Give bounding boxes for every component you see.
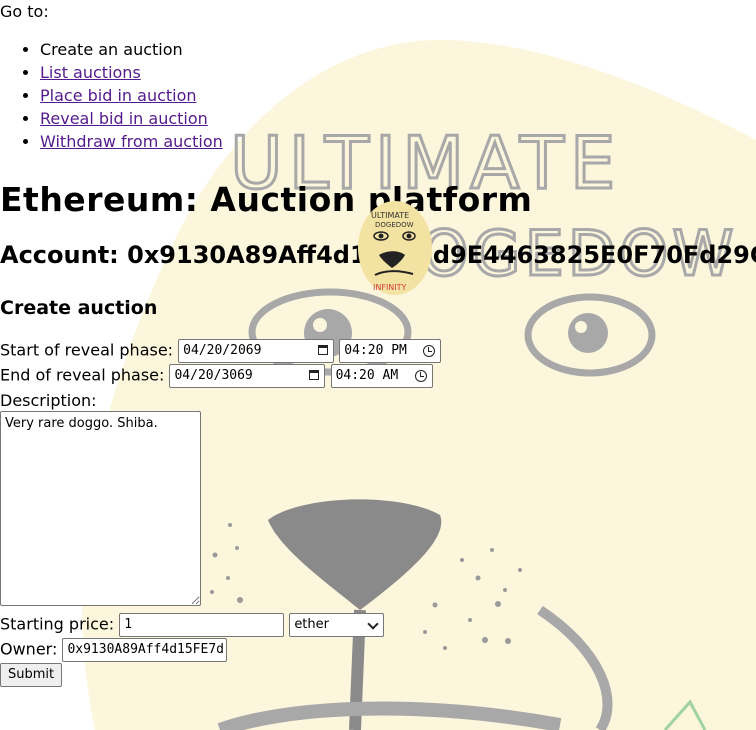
- page-title: Ethereum: Auction platform: [0, 180, 533, 219]
- description-label: Description:: [0, 391, 97, 410]
- nav-link-reveal-bid[interactable]: Reveal bid in auction: [40, 109, 208, 128]
- doge-right-pupil: [568, 313, 608, 353]
- nav-list: Create an auction List auctions Place bi…: [0, 38, 223, 153]
- start-time-input[interactable]: 04:20 PM: [339, 339, 442, 363]
- start-date-input[interactable]: 04/20/2069: [178, 339, 335, 363]
- end-date-value: 04/20/3069: [174, 368, 253, 383]
- calendar-icon[interactable]: [309, 370, 320, 380]
- nav-link-list-auctions[interactable]: List auctions: [40, 63, 141, 82]
- starting-price-input[interactable]: 1: [119, 613, 285, 637]
- account-address: 0x9130A89Aff4d15FE7d9E4463825E0F70Fd29C: [127, 241, 756, 269]
- submit-button[interactable]: Submit: [0, 663, 63, 687]
- sticker-word-infinity: INFINITY: [373, 283, 407, 292]
- start-reveal-label: Start of reveal phase:: [0, 340, 174, 360]
- end-time-input[interactable]: 04:20 AM: [330, 364, 433, 388]
- chevron-down-icon: [367, 618, 379, 630]
- starting-price-label: Starting price:: [0, 614, 115, 634]
- nav-link-withdraw[interactable]: Withdraw from auction: [40, 132, 223, 151]
- owner-value: 0x9130A89Aff4d15FE7d: [67, 642, 224, 657]
- nav-item-withdraw: Withdraw from auction: [40, 130, 223, 153]
- owner-label: Owner:: [0, 639, 58, 659]
- description-textarea[interactable]: Very rare doggo. Shiba.: [0, 411, 201, 606]
- price-row: Starting price: 1 ether: [0, 613, 385, 637]
- nav-item-list: List auctions: [40, 61, 223, 84]
- start-date-value: 04/20/2069: [183, 343, 262, 358]
- create-auction-heading: Create auction: [0, 297, 158, 319]
- ultimate-dogedow-sticker: ULTIMATE DOGEDOW INFINITY: [358, 201, 432, 295]
- starting-price-value: 1: [124, 617, 133, 632]
- owner-row: Owner: 0x9130A89Aff4d15FE7d: [0, 638, 228, 662]
- calendar-icon[interactable]: [318, 345, 329, 355]
- account-label: Account:: [0, 241, 119, 269]
- currency-value: ether: [294, 617, 329, 632]
- nav-create-label: Create an auction: [40, 40, 183, 59]
- end-reveal-row: End of reveal phase: 04/20/3069 04:20 AM: [0, 364, 433, 388]
- end-reveal-label: End of reveal phase:: [0, 365, 165, 385]
- start-time-value: 04:20 PM: [344, 343, 407, 358]
- nav-item-create: Create an auction: [40, 38, 223, 61]
- sticker-word-dogedow: DOGEDOW: [375, 221, 414, 229]
- owner-input[interactable]: 0x9130A89Aff4d15FE7d: [62, 638, 228, 662]
- start-reveal-row: Start of reveal phase: 04/20/2069 04:20 …: [0, 339, 442, 363]
- goto-label: Go to:: [0, 2, 49, 21]
- nav-link-place-bid[interactable]: Place bid in auction: [40, 86, 197, 105]
- nav-item-place-bid: Place bid in auction: [40, 84, 223, 107]
- end-date-input[interactable]: 04/20/3069: [169, 364, 326, 388]
- clock-icon[interactable]: [414, 370, 427, 382]
- end-time-value: 04:20 AM: [335, 368, 399, 383]
- sticker-word-ultimate: ULTIMATE: [371, 211, 409, 220]
- currency-select[interactable]: ether: [289, 613, 385, 637]
- nav-item-reveal-bid: Reveal bid in auction: [40, 107, 223, 130]
- clock-icon[interactable]: [423, 345, 436, 357]
